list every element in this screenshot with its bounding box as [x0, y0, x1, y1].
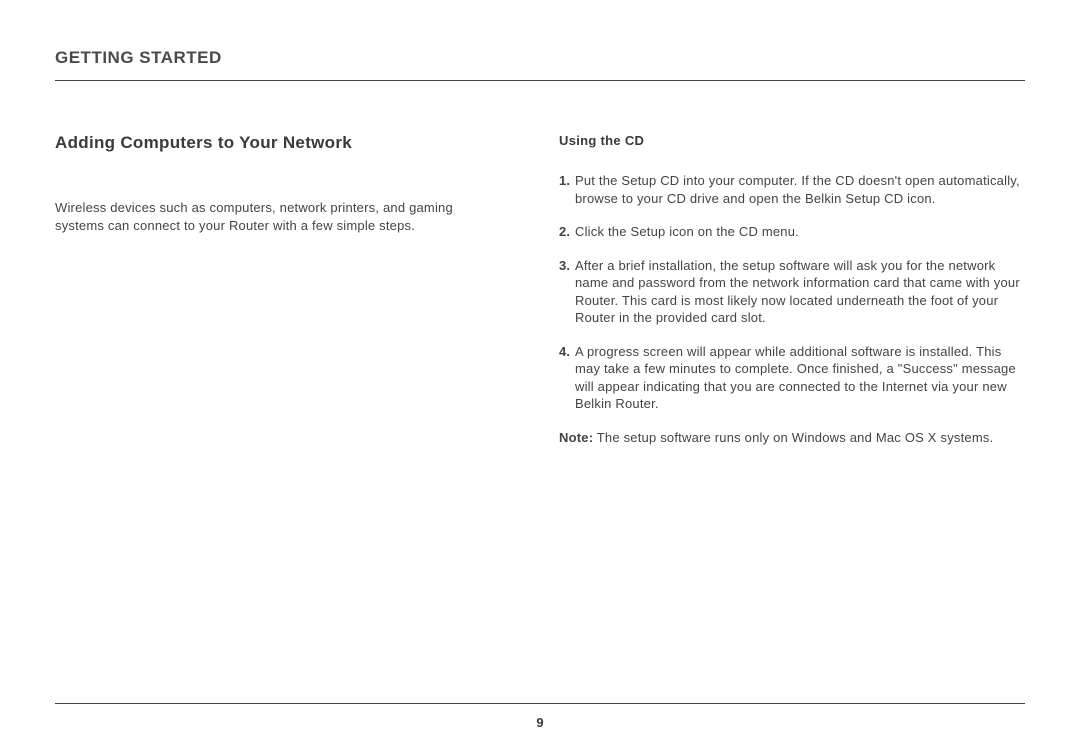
- section-header: GETTING STARTED: [55, 48, 1025, 68]
- note-text: The setup software runs only on Windows …: [593, 430, 993, 445]
- header-rule: [55, 80, 1025, 81]
- list-item: 2. Click the Setup icon on the CD menu.: [559, 223, 1025, 241]
- right-heading: Using the CD: [559, 133, 1025, 148]
- subsection-heading: Adding Computers to Your Network: [55, 133, 503, 153]
- content-columns: Adding Computers to Your Network Wireles…: [55, 133, 1025, 447]
- step-text: Put the Setup CD into your computer. If …: [575, 172, 1025, 207]
- list-item: 4. A progress screen will appear while a…: [559, 343, 1025, 413]
- page-number: 9: [0, 715, 1080, 730]
- step-text: After a brief installation, the setup so…: [575, 257, 1025, 327]
- right-column: Using the CD 1. Put the Setup CD into yo…: [559, 133, 1025, 447]
- step-number: 2.: [559, 223, 575, 241]
- list-item: 3. After a brief installation, the setup…: [559, 257, 1025, 327]
- note: Note: The setup software runs only on Wi…: [559, 429, 1025, 447]
- step-number: 3.: [559, 257, 575, 327]
- step-number: 1.: [559, 172, 575, 207]
- intro-paragraph: Wireless devices such as computers, netw…: [55, 199, 503, 234]
- step-number: 4.: [559, 343, 575, 413]
- steps-list: 1. Put the Setup CD into your computer. …: [559, 172, 1025, 413]
- left-column: Adding Computers to Your Network Wireles…: [55, 133, 503, 447]
- step-text: Click the Setup icon on the CD menu.: [575, 223, 1025, 241]
- footer-rule: [55, 703, 1025, 704]
- list-item: 1. Put the Setup CD into your computer. …: [559, 172, 1025, 207]
- step-text: A progress screen will appear while addi…: [575, 343, 1025, 413]
- note-label: Note:: [559, 430, 593, 445]
